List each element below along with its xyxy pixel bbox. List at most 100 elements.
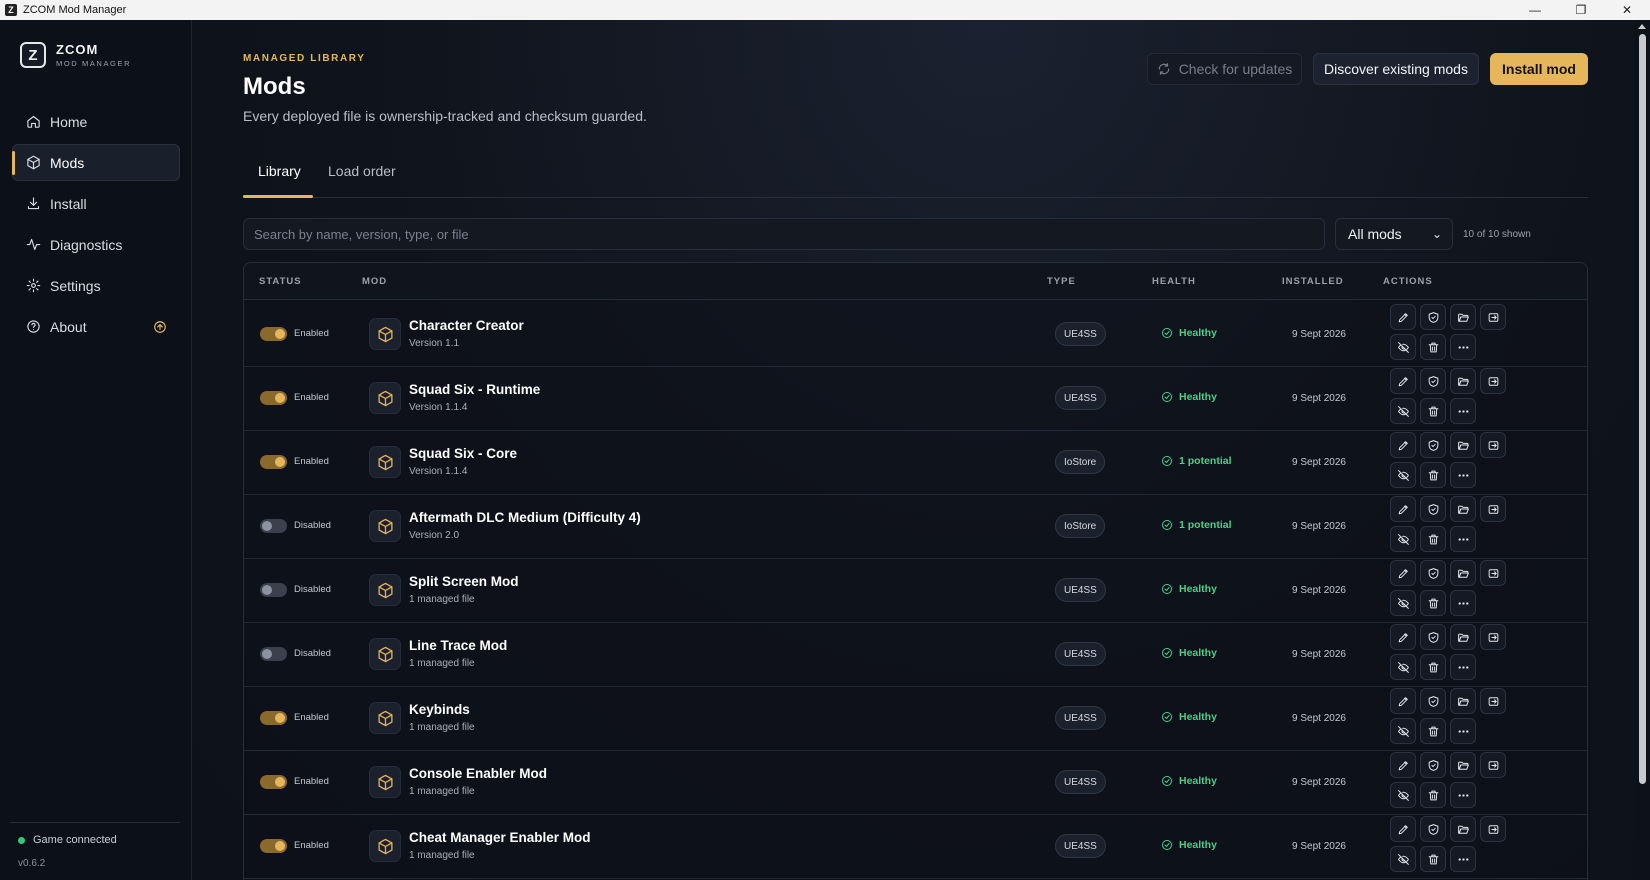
trash-button[interactable] [1420,718,1446,744]
enable-toggle[interactable] [260,583,287,597]
more-button[interactable] [1450,846,1476,872]
close-icon[interactable]: ✕ [1604,0,1650,20]
tab-library[interactable]: Library [258,163,301,179]
shield-button[interactable] [1420,368,1446,394]
shield-button[interactable] [1420,688,1446,714]
minimize-icon[interactable]: — [1512,0,1558,20]
sidebar-item-home[interactable]: Home [12,103,180,140]
more-button[interactable] [1450,718,1476,744]
discover-mods-button[interactable]: Discover existing mods [1313,53,1479,85]
pencil-button[interactable] [1390,816,1416,842]
table-row: Enabled Cheat Manager Enabler Mod 1 mana… [244,812,1587,879]
trash-button[interactable] [1420,334,1446,360]
folder-open-button[interactable] [1450,560,1476,586]
trash-button[interactable] [1420,590,1446,616]
trash-button[interactable] [1420,462,1446,488]
move-to-button[interactable] [1480,624,1506,650]
shield-button[interactable] [1420,560,1446,586]
folder-open-button[interactable] [1450,432,1476,458]
more-button[interactable] [1450,590,1476,616]
move-to-button[interactable] [1480,304,1506,330]
eye-off-button[interactable] [1390,782,1416,808]
scroll-up-icon[interactable] [1638,24,1646,29]
folder-open-button[interactable] [1450,624,1476,650]
eye-off-button[interactable] [1390,462,1416,488]
more-button[interactable] [1450,398,1476,424]
move-to-button[interactable] [1480,560,1506,586]
enable-toggle[interactable] [260,647,287,661]
folder-open-button[interactable] [1450,368,1476,394]
enable-toggle[interactable] [260,327,287,341]
check-updates-button[interactable]: Check for updates [1147,53,1302,85]
mod-filter-select[interactable]: All mods ⌄ [1335,218,1453,250]
move-to-button[interactable] [1480,816,1506,842]
scrollbar-thumb[interactable] [1639,34,1646,784]
pencil-button[interactable] [1390,304,1416,330]
install-mod-button[interactable]: Install mod [1490,53,1588,85]
enable-toggle[interactable] [260,519,287,533]
trash-button[interactable] [1420,782,1446,808]
more-button[interactable] [1450,526,1476,552]
shield-button[interactable] [1420,816,1446,842]
pencil-button[interactable] [1390,752,1416,778]
eye-off-button[interactable] [1390,718,1416,744]
shield-button[interactable] [1420,752,1446,778]
pencil-button[interactable] [1390,688,1416,714]
eye-off-button[interactable] [1390,846,1416,872]
pencil-icon [1398,504,1408,514]
folder-open-button[interactable] [1450,752,1476,778]
eye-off-button[interactable] [1390,398,1416,424]
pencil-button[interactable] [1390,368,1416,394]
eye-off-button[interactable] [1390,590,1416,616]
enable-toggle[interactable] [260,839,287,853]
trash-button[interactable] [1420,526,1446,552]
folder-open-button[interactable] [1450,688,1476,714]
move-to-button[interactable] [1480,432,1506,458]
sidebar-item-settings[interactable]: Settings [12,267,180,304]
search-input[interactable] [243,218,1325,250]
sidebar-item-install[interactable]: Install [12,185,180,222]
shield-button[interactable] [1420,304,1446,330]
enable-toggle[interactable] [260,711,287,725]
box-icon [377,326,393,342]
enable-toggle[interactable] [260,455,287,469]
eye-off-button[interactable] [1390,334,1416,360]
move-to-button[interactable] [1480,496,1506,522]
pencil-button[interactable] [1390,432,1416,458]
scrollbar[interactable] [1634,20,1650,880]
shield-button[interactable] [1420,496,1446,522]
maximize-icon[interactable]: ❐ [1558,0,1604,20]
trash-button[interactable] [1420,846,1446,872]
move-to-button[interactable] [1480,368,1506,394]
brand: Z ZCOM MOD MANAGER [20,42,131,68]
eye-off-button[interactable] [1390,654,1416,680]
sidebar-item-diagnostics[interactable]: Diagnostics [12,226,180,263]
enable-toggle[interactable] [260,391,287,405]
sidebar-item-mods[interactable]: Mods [12,144,180,181]
move-to-button[interactable] [1480,752,1506,778]
more-button[interactable] [1450,462,1476,488]
eye-off-button[interactable] [1390,526,1416,552]
sidebar-item-about[interactable]: About [12,308,180,345]
folder-open-button[interactable] [1450,304,1476,330]
more-button[interactable] [1450,654,1476,680]
pencil-button[interactable] [1390,624,1416,650]
check-circle-icon [1162,648,1172,658]
status-label: Enabled [294,840,329,851]
mod-version: 1 managed file [409,722,475,733]
pencil-button[interactable] [1390,496,1416,522]
enable-toggle[interactable] [260,775,287,789]
folder-open-button[interactable] [1450,816,1476,842]
move-to-button[interactable] [1480,688,1506,714]
more-button[interactable] [1450,782,1476,808]
shield-button[interactable] [1420,432,1446,458]
trash-button[interactable] [1420,398,1446,424]
more-button[interactable] [1450,334,1476,360]
pencil-button[interactable] [1390,560,1416,586]
trash-button[interactable] [1420,654,1446,680]
folder-open-button[interactable] [1450,496,1476,522]
tab-load-order[interactable]: Load order [328,163,396,179]
folder-open-icon [1457,505,1469,514]
shield-button[interactable] [1420,624,1446,650]
column-header-mod: MOD [362,276,388,287]
